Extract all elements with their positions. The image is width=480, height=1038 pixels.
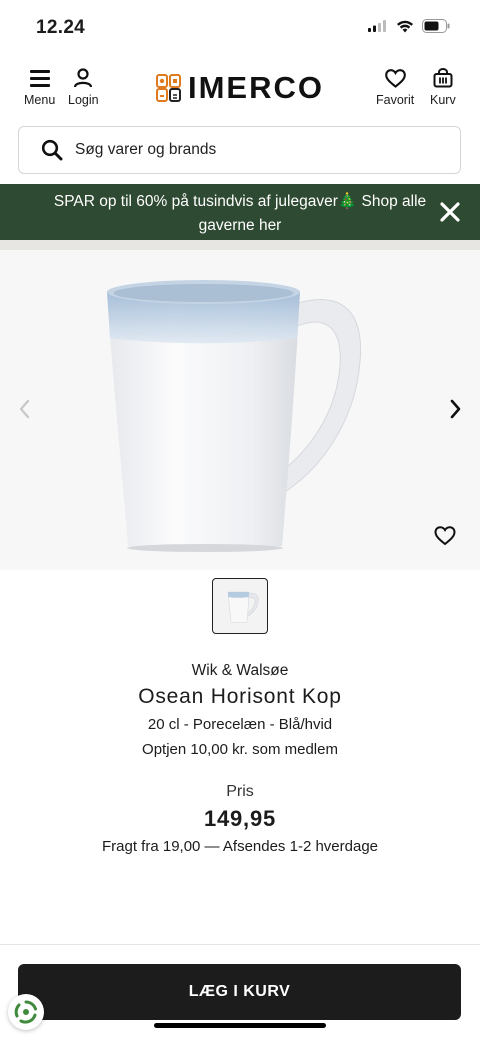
- menu-button[interactable]: Menu: [24, 68, 55, 107]
- favorites-button[interactable]: Favorit: [376, 68, 414, 107]
- search-icon: [41, 139, 63, 161]
- imerco-logo[interactable]: IMERCO: [156, 72, 324, 103]
- product-price: 149,95: [203, 806, 277, 831]
- cart-button[interactable]: Kurv: [430, 68, 456, 107]
- user-icon: [74, 68, 93, 88]
- search-placeholder: Søg varer og brands: [75, 141, 217, 158]
- close-icon[interactable]: [438, 200, 462, 224]
- chevron-right-icon[interactable]: [446, 398, 464, 420]
- promo-banner[interactable]: SPAR op til 60% på tusindvis af julegave…: [0, 184, 480, 240]
- status-bar: 12.24: [0, 0, 480, 56]
- divider: [0, 944, 480, 945]
- menu-label: Menu: [24, 93, 56, 107]
- search-input[interactable]: Søg varer og brands: [18, 126, 461, 174]
- menu-icon: [29, 69, 50, 87]
- thumbnail-image: [227, 591, 259, 624]
- heart-icon: [384, 68, 406, 88]
- product-brand[interactable]: Wik & Walsøe: [0, 662, 480, 680]
- site-header: Menu Login IMERCO Favorit Kurv: [0, 56, 480, 116]
- logo-text: IMERCO: [188, 70, 324, 105]
- status-time: 12.24: [36, 17, 86, 38]
- price-label: Pris: [226, 783, 254, 800]
- recycle-icon: [14, 1000, 37, 1024]
- favorites-label: Favorit: [376, 93, 415, 107]
- member-points: Optjen 10,00 kr. som medlem: [142, 741, 338, 758]
- add-to-cart-button[interactable]: LÆG I KURV: [18, 964, 461, 1020]
- add-to-favorites-icon[interactable]: [434, 525, 456, 547]
- battery-icon: [422, 19, 450, 33]
- login-button[interactable]: Login: [68, 68, 99, 107]
- signal-icon: [368, 20, 386, 32]
- product-name: Osean Horisont Kop: [138, 685, 342, 708]
- basket-icon: [433, 68, 453, 88]
- home-indicator: [154, 1023, 326, 1028]
- product-thumbnail[interactable]: [212, 578, 268, 634]
- status-icons: [368, 19, 450, 33]
- logo-mark-icon: [156, 73, 181, 102]
- wifi-icon: [397, 20, 413, 32]
- product-gallery[interactable]: [0, 250, 480, 570]
- chevron-left-icon[interactable]: [16, 398, 34, 420]
- section-divider: [0, 240, 480, 250]
- login-label: Login: [68, 93, 99, 107]
- promo-text[interactable]: SPAR op til 60% på tusindvis af julegave…: [40, 190, 440, 238]
- recycle-badge[interactable]: [8, 994, 44, 1030]
- shipping-info: Fragt fra 19,00 — Afsendes 1-2 hverdage: [102, 838, 378, 855]
- product-image: [107, 280, 362, 552]
- product-spec: 20 cl - Porecelæn - Blå/hvid: [147, 716, 333, 733]
- cart-label: Kurv: [430, 93, 456, 107]
